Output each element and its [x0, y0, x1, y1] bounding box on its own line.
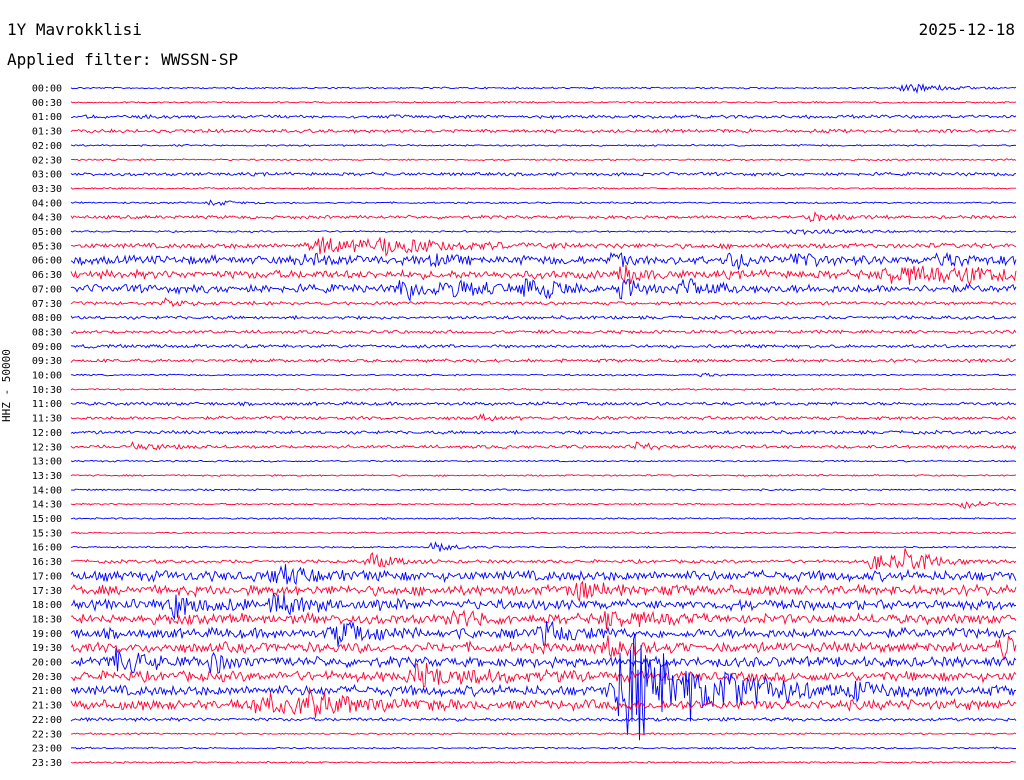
- trace-1500: [70, 516, 1017, 521]
- row-time-label: 07:30: [32, 299, 62, 310]
- trace-0630: [70, 265, 1017, 286]
- row-time-label: 01:00: [32, 112, 62, 123]
- trace-1730: [70, 580, 1017, 603]
- row-time-label: 13:00: [32, 457, 62, 468]
- trace-1800: [70, 592, 1017, 621]
- row-time-label: 15:00: [32, 514, 62, 525]
- trace-1330: [70, 473, 1017, 477]
- trace-1900: [70, 621, 1017, 647]
- trace-0500: [70, 228, 1017, 236]
- row-time-label: 15:30: [32, 528, 62, 539]
- row-time-label: 22:30: [32, 729, 62, 740]
- row-time-label: 16:00: [32, 543, 62, 554]
- row-time-label: 17:30: [32, 586, 62, 597]
- trace-0730: [70, 297, 1017, 308]
- trace-0230: [70, 158, 1017, 162]
- row-time-label: 02:30: [32, 155, 62, 166]
- row-time-label: 09:00: [32, 342, 62, 353]
- row-time-label: 19:00: [32, 629, 62, 640]
- row-time-label: 06:30: [32, 270, 62, 281]
- trace-1000: [70, 372, 1017, 378]
- trace-2300: [70, 746, 1017, 750]
- row-time-label: 07:00: [32, 284, 62, 295]
- row-time-label: 05:00: [32, 227, 62, 238]
- trace-1100: [70, 401, 1017, 407]
- row-time-label: 09:30: [32, 356, 62, 367]
- row-time-label: 10:00: [32, 371, 62, 382]
- trace-0400: [70, 199, 1017, 207]
- trace-1830: [70, 609, 1017, 630]
- row-time-label: 20:30: [32, 672, 62, 683]
- row-time-label: 11:00: [32, 399, 62, 410]
- row-time-label: 02:00: [32, 141, 62, 152]
- row-time-label: 11:30: [32, 414, 62, 425]
- trace-1700: [70, 564, 1017, 586]
- trace-1200: [70, 429, 1017, 436]
- row-time-label: 21:30: [32, 701, 62, 712]
- trace-0600: [70, 251, 1017, 270]
- row-time-label: 06:00: [32, 256, 62, 267]
- row-time-label: 00:00: [32, 84, 62, 95]
- row-time-label: 22:00: [32, 715, 62, 726]
- seismogram-plot: 00:00 00:30 01:00 01:30 02:00 02:30 03:00 03:30…: [32, 82, 1017, 769]
- trace-rows: 00:00 00:30 01:00 01:30 02:00 02:30 03:00 03:30…: [32, 82, 1017, 769]
- trace-0130: [70, 128, 1017, 134]
- trace-0200: [70, 143, 1017, 147]
- row-time-label: 04:00: [32, 198, 62, 209]
- trace-1630: [71, 548, 1017, 570]
- trace-1230: [70, 440, 1017, 451]
- row-time-label: 13:30: [32, 471, 62, 482]
- trace-0530: [70, 236, 1017, 258]
- trace-1030: [70, 387, 1017, 391]
- trace-0800: [70, 314, 1017, 321]
- trace-1400: [70, 488, 1017, 492]
- row-time-label: 19:30: [32, 643, 62, 654]
- row-time-label: 03:30: [32, 184, 62, 195]
- trace-0330: [70, 186, 1016, 191]
- row-time-label: 21:00: [32, 686, 62, 697]
- trace-1130: [70, 412, 1017, 422]
- trace-2130: [70, 686, 1017, 718]
- row-time-label: 08:00: [32, 313, 62, 324]
- trace-0900: [70, 343, 1017, 349]
- trace-0030: [70, 100, 1017, 104]
- trace-0000: [70, 82, 1017, 95]
- trace-2330: [70, 760, 1017, 764]
- row-time-label: 23:00: [32, 744, 62, 755]
- trace-0700: [70, 278, 1017, 302]
- row-time-label: 00:30: [32, 98, 62, 109]
- row-time-label: 12:00: [32, 428, 62, 439]
- row-time-label: 17:00: [32, 571, 62, 582]
- row-time-label: 20:00: [32, 658, 62, 669]
- row-time-label: 01:30: [32, 127, 62, 138]
- row-time-label: 12:30: [32, 442, 62, 453]
- trace-1600: [70, 541, 1017, 552]
- row-time-label: 08:30: [32, 327, 62, 338]
- trace-2200: [70, 716, 1017, 723]
- trace-1430: [70, 500, 1017, 510]
- trace-1530: [70, 531, 1017, 535]
- row-time-label: 03:00: [32, 170, 62, 181]
- trace-0100: [70, 114, 1017, 120]
- trace-2230: [70, 732, 1017, 736]
- row-time-label: 18:30: [32, 614, 62, 625]
- trace-2100: [70, 633, 1017, 741]
- row-time-label: 05:30: [32, 241, 62, 252]
- trace-0430: [70, 211, 1017, 223]
- row-time-label: 14:30: [32, 500, 62, 511]
- row-time-label: 14:00: [32, 485, 62, 496]
- row-time-label: 04:30: [32, 213, 62, 224]
- trace-1300: [70, 459, 1017, 463]
- trace-0830: [70, 329, 1017, 335]
- trace-0300: [70, 171, 1017, 177]
- row-time-label: 23:30: [32, 758, 62, 769]
- row-time-label: 16:30: [32, 557, 62, 568]
- trace-0930: [70, 358, 1017, 364]
- row-time-label: 10:30: [32, 385, 62, 396]
- trace-1930: [70, 635, 1017, 662]
- trace-2030: [70, 662, 1017, 688]
- row-time-label: 18:00: [32, 600, 62, 611]
